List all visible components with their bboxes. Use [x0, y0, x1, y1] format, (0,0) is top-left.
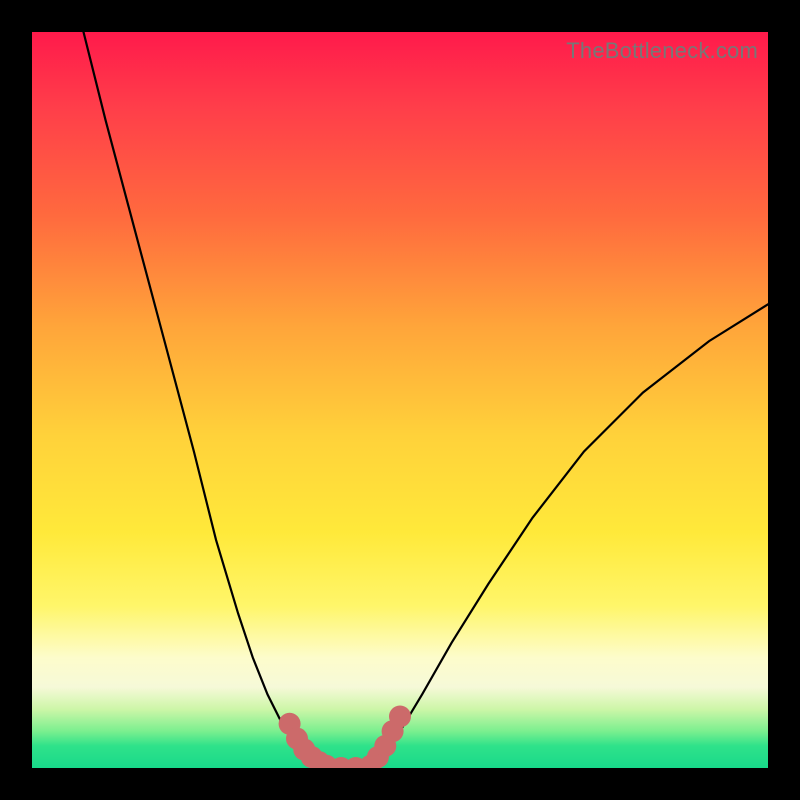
marker-group	[279, 706, 411, 769]
chart-svg	[32, 32, 768, 768]
right-curve	[371, 304, 768, 768]
marker-dot	[389, 706, 411, 728]
chart-frame: TheBottleneck.com	[0, 0, 800, 800]
plot-area: TheBottleneck.com	[32, 32, 768, 768]
left-curve	[84, 32, 327, 768]
